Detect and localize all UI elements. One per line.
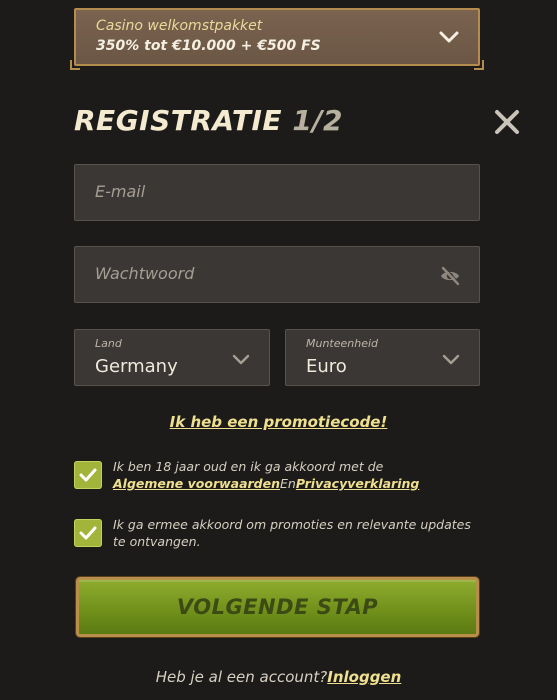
country-select[interactable]: Land Germany: [74, 329, 270, 386]
login-question: Heb je al een account?: [155, 668, 328, 686]
title-step: 1/2: [292, 104, 344, 137]
privacy-policy-link[interactable]: Privacyverklaring: [296, 476, 420, 491]
checkmark-icon: [79, 526, 97, 540]
terms-conditions-link[interactable]: Algemene voorwaarden: [113, 476, 280, 491]
login-prompt: Heb je al een account?Inloggen: [0, 668, 557, 686]
currency-label: Munteenheid: [306, 337, 379, 350]
password-field[interactable]: Wachtwoord: [74, 246, 480, 303]
welcome-package-dropdown[interactable]: Casino welkomstpakket 350% tot €10.000 +…: [70, 8, 484, 70]
login-link[interactable]: Inloggen: [327, 668, 401, 686]
promotions-text: Ik ga ermee akkoord om promoties en rele…: [113, 517, 471, 549]
terms-text: Ik ben 18 jaar oud en ik ga akkoord met …: [113, 458, 483, 492]
welcome-package-label: Casino welkomstpakket: [96, 18, 263, 34]
currency-value: Euro: [306, 356, 347, 377]
welcome-package-value: 350% tot €10.000 + €500 FS: [96, 38, 321, 54]
terms-conjunction: En: [280, 476, 296, 491]
country-value: Germany: [95, 356, 178, 377]
page-title: REGISTRATIE 1/2: [74, 104, 343, 137]
checkmark-icon: [79, 468, 97, 482]
password-placeholder: Wachtwoord: [95, 264, 195, 283]
chevron-down-icon[interactable]: [438, 26, 460, 48]
chevron-down-icon: [232, 354, 250, 365]
chevron-down-icon: [442, 354, 460, 365]
promotions-checkbox[interactable]: [74, 519, 102, 547]
email-placeholder: E-mail: [95, 182, 146, 201]
next-step-button[interactable]: VOLGENDE STAP: [76, 577, 479, 637]
email-field[interactable]: E-mail: [74, 164, 480, 221]
promo-code-link[interactable]: Ik heb een promotiecode!: [0, 413, 557, 431]
close-icon[interactable]: [491, 106, 523, 138]
terms-statement: Ik ben 18 jaar oud en ik ga akkoord met …: [113, 459, 384, 474]
title-main: REGISTRATIE: [74, 104, 283, 137]
eye-off-icon[interactable]: [439, 265, 461, 287]
terms-checkbox[interactable]: [74, 461, 102, 489]
currency-select[interactable]: Munteenheid Euro: [285, 329, 480, 386]
country-label: Land: [95, 337, 122, 350]
